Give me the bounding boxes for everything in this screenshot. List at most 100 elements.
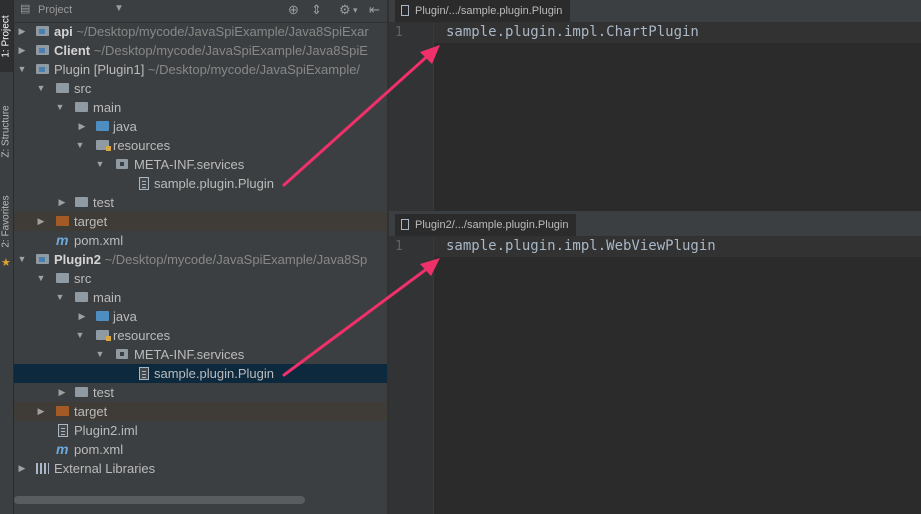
tree-item-api[interactable]: ▶ api ~/Desktop/mycode/JavaSpiExample/Ja… (14, 22, 387, 41)
project-pane-header: ▤ Project ▼ ⊕ ⇕ ⚙ ▾ ⇤ (14, 0, 387, 23)
tree-item-label: test (93, 195, 114, 210)
hide-pane-icon[interactable]: ⇤ (369, 2, 380, 18)
tree-item-label: sample.plugin.Plugin (154, 366, 274, 381)
tab-label: Plugin/.../sample.plugin.Plugin (415, 5, 563, 17)
collapse-arrow-icon[interactable]: ▼ (36, 269, 46, 288)
tree-item-plugin2[interactable]: ▼ Plugin2 ~/Desktop/mycode/JavaSpiExampl… (14, 250, 387, 269)
tree-item-target[interactable]: ▶ target (14, 402, 387, 421)
horizontal-scrollbar[interactable] (14, 496, 305, 504)
text-file-icon (401, 219, 409, 230)
package-icon (116, 349, 128, 359)
locate-icon[interactable]: ⊕ (288, 2, 299, 18)
tree-item-service-file[interactable]: sample.plugin.Plugin (14, 174, 387, 193)
tree-item-target[interactable]: ▶ target (14, 212, 387, 231)
folder-icon (56, 83, 69, 93)
editor-tab-plugin[interactable]: Plugin/.../sample.plugin.Plugin (395, 0, 571, 22)
tree-item-iml[interactable]: Plugin2.iml (14, 421, 387, 440)
expand-arrow-icon[interactable]: ▶ (57, 193, 67, 212)
tree-item-java[interactable]: ▶ java (14, 307, 387, 326)
tree-item-label: target (74, 214, 108, 229)
project-tool-tab[interactable]: 1: Project (0, 0, 13, 72)
tree-item-meta-inf-services[interactable]: ▼ META-INF.services (14, 155, 387, 174)
tree-item-src[interactable]: ▼ src (14, 79, 387, 98)
tree-item-main[interactable]: ▼ main (14, 98, 387, 117)
project-tool-tab-label: 1: Project (1, 14, 12, 58)
expand-arrow-icon[interactable]: ▶ (57, 383, 67, 402)
tree-item-label: resources (113, 138, 171, 153)
tree-item-client[interactable]: ▶ Client ~/Desktop/mycode/JavaSpiExample… (14, 41, 387, 60)
collapse-arrow-icon[interactable]: ▼ (95, 345, 105, 364)
tree-item-label: META-INF.services (134, 347, 245, 362)
collapse-arrow-icon[interactable]: ▼ (17, 250, 27, 269)
tree-item-resources[interactable]: ▼ resources (14, 136, 387, 155)
collapse-arrow-icon[interactable]: ▼ (17, 60, 27, 79)
tree-item-test[interactable]: ▶ test (14, 383, 387, 402)
collapse-arrow-icon[interactable]: ▼ (95, 155, 105, 174)
module-file-icon (58, 424, 68, 437)
folder-icon (75, 292, 88, 302)
structure-tool-tab[interactable]: Z: Structure (0, 92, 13, 170)
editor-tab-plugin2[interactable]: Plugin2/.../sample.plugin.Plugin (395, 214, 577, 236)
editor-gutter: 1 (389, 237, 434, 514)
editor-top-tabbar: Plugin/.../sample.plugin.Plugin (389, 0, 921, 23)
expand-arrow-icon[interactable]: ▶ (36, 402, 46, 421)
editor-bottom-tabbar: Plugin2/.../sample.plugin.Plugin (389, 214, 921, 237)
collapse-arrow-icon[interactable]: ▼ (75, 136, 85, 155)
code-line[interactable]: sample.plugin.impl.ChartPlugin (434, 23, 921, 43)
favorites-tool-tab[interactable]: 2: Favorites (0, 188, 13, 254)
tree-item-label: Plugin [Plugin1] ~/Desktop/mycode/JavaSp… (54, 60, 360, 79)
code-text[interactable]: sample.plugin.impl.ChartPlugin (446, 24, 699, 40)
module-folder-icon (36, 254, 49, 264)
gear-dropdown-icon[interactable]: ▾ (353, 5, 358, 16)
tree-item-pom[interactable]: m pom.xml (14, 231, 387, 250)
tree-item-meta-inf-services[interactable]: ▼ META-INF.services (14, 345, 387, 364)
module-name: Plugin2 (54, 252, 101, 267)
tree-item-external-libraries[interactable]: ▶ External Libraries (14, 459, 387, 478)
excluded-folder-icon (56, 406, 69, 416)
chevron-down-icon[interactable]: ▼ (114, 3, 124, 14)
expand-arrow-icon[interactable]: ▶ (77, 307, 87, 326)
module-name: Plugin [Plugin1] (54, 62, 145, 77)
tree-item-test[interactable]: ▶ test (14, 193, 387, 212)
tree-item-label: Plugin2.iml (74, 423, 138, 438)
collapse-arrow-icon[interactable]: ▼ (36, 79, 46, 98)
module-name: Client (54, 43, 91, 58)
expand-arrow-icon[interactable]: ▶ (17, 459, 27, 478)
tree-item-resources[interactable]: ▼ resources (14, 326, 387, 345)
tree-item-label: java (113, 119, 137, 134)
editor-gutter: 1 (389, 23, 434, 211)
tree-item-label: pom.xml (74, 233, 124, 248)
collapse-arrow-icon[interactable]: ▼ (55, 98, 65, 117)
code-line[interactable]: sample.plugin.impl.WebViewPlugin (434, 237, 921, 257)
folder-icon (75, 387, 88, 397)
expand-arrow-icon[interactable]: ▶ (17, 41, 27, 60)
collapse-arrow-icon[interactable]: ▼ (55, 288, 65, 307)
tree-item-plugin[interactable]: ▼ Plugin [Plugin1] ~/Desktop/mycode/Java… (14, 60, 387, 79)
tree-item-label: api ~/Desktop/mycode/JavaSpiExample/Java… (54, 22, 369, 41)
tree-item-main[interactable]: ▼ main (14, 288, 387, 307)
expand-arrow-icon[interactable]: ▶ (17, 22, 27, 41)
text-file-icon (139, 177, 149, 190)
module-path: ~/Desktop/mycode/JavaSpiExample/Java8Spi… (93, 43, 368, 58)
tree-item-label: target (74, 404, 108, 419)
code-text[interactable]: sample.plugin.impl.WebViewPlugin (446, 238, 716, 254)
tool-window-strip: 1: Project Z: Structure 2: Favorites ★ (0, 0, 14, 514)
gear-icon[interactable]: ⚙ (339, 2, 351, 18)
tree-item-java[interactable]: ▶ java (14, 117, 387, 136)
expand-arrow-icon[interactable]: ▶ (77, 117, 87, 136)
tree-item-label: main (93, 100, 122, 115)
maven-icon: m (56, 232, 69, 248)
text-file-icon (401, 5, 409, 16)
tree-item-label: pom.xml (74, 442, 124, 457)
tree-item-pom[interactable]: m pom.xml (14, 440, 387, 459)
expand-arrow-icon[interactable]: ▶ (36, 212, 46, 231)
collapse-all-icon[interactable]: ⇕ (311, 2, 322, 18)
project-view-selector[interactable]: Project (38, 4, 72, 16)
folder-icon (75, 102, 88, 112)
tree-item-src[interactable]: ▼ src (14, 269, 387, 288)
module-path: ~/Desktop/mycode/JavaSpiExample/ (147, 62, 361, 77)
tree-item-service-file-selected[interactable]: sample.plugin.Plugin (14, 364, 387, 383)
tree-item-label: java (113, 309, 137, 324)
collapse-arrow-icon[interactable]: ▼ (75, 326, 85, 345)
module-folder-icon (36, 64, 49, 74)
